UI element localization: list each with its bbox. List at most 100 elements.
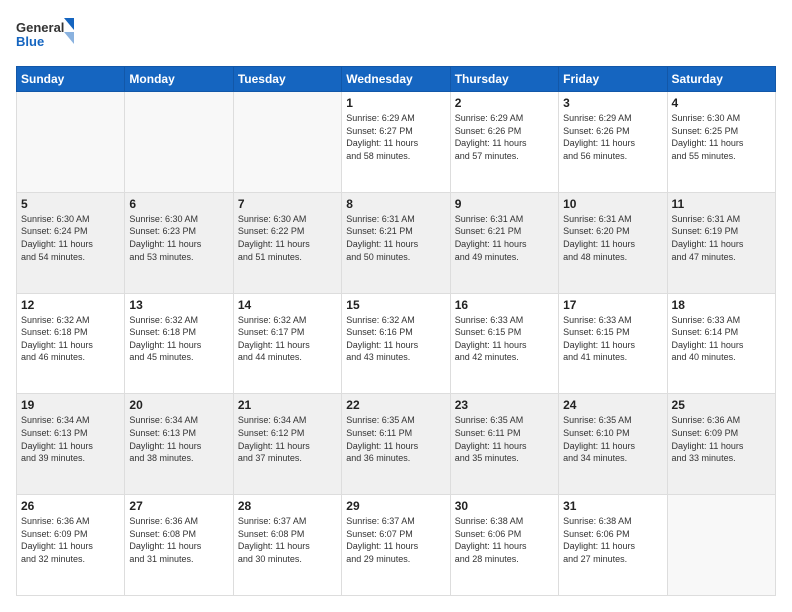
day-number: 16 — [455, 298, 554, 312]
day-info: Sunrise: 6:31 AM Sunset: 6:20 PM Dayligh… — [563, 213, 662, 263]
day-info: Sunrise: 6:37 AM Sunset: 6:08 PM Dayligh… — [238, 515, 337, 565]
day-number: 6 — [129, 197, 228, 211]
day-info: Sunrise: 6:29 AM Sunset: 6:26 PM Dayligh… — [455, 112, 554, 162]
calendar-cell — [233, 92, 341, 193]
day-number: 1 — [346, 96, 445, 110]
weekday-header-thursday: Thursday — [450, 67, 558, 92]
calendar-cell: 30Sunrise: 6:38 AM Sunset: 6:06 PM Dayli… — [450, 495, 558, 596]
calendar-cell: 19 Sunrise: 6:34 AM Sunset: 6:13 PM Dayli… — [17, 394, 125, 495]
calendar-cell — [125, 92, 233, 193]
weekday-header-monday: Monday — [125, 67, 233, 92]
calendar-cell — [667, 495, 775, 596]
day-number: 11 — [672, 197, 771, 211]
day-number: 26 — [21, 499, 120, 513]
calendar-cell: 4 Sunrise: 6:30 AM Sunset: 6:25 PM Daylig… — [667, 92, 775, 193]
day-info: Sunrise: 6:31 AM Sunset: 6:21 PM Dayligh… — [346, 213, 445, 263]
calendar-cell: 12Sunrise: 6:32 AM Sunset: 6:18 PM Dayli… — [17, 293, 125, 394]
day-number: 24 — [563, 398, 662, 412]
day-info: Sunrise: 6:31 AM Sunset: 6:21 PM Dayligh… — [455, 213, 554, 263]
calendar-cell: 9 Sunrise: 6:31 AM Sunset: 6:21 PM Daylig… — [450, 192, 558, 293]
day-info: Sunrise: 6:33 AM Sunset: 6:15 PM Dayligh… — [563, 314, 662, 364]
svg-text:Blue: Blue — [16, 34, 44, 49]
calendar-cell: 13Sunrise: 6:32 AM Sunset: 6:18 PM Dayli… — [125, 293, 233, 394]
day-number: 10 — [563, 197, 662, 211]
calendar-cell: 17 Sunrise: 6:33 AM Sunset: 6:15 PM Dayli… — [559, 293, 667, 394]
calendar-cell: 7 Sunrise: 6:30 AM Sunset: 6:22 PM Daylig… — [233, 192, 341, 293]
day-info: Sunrise: 6:34 AM Sunset: 6:12 PM Dayligh… — [238, 414, 337, 464]
page: General Blue SundayMondayTuesdayWednesda… — [0, 0, 792, 612]
calendar-cell: 2 Sunrise: 6:29 AM Sunset: 6:26 PM Daylig… — [450, 92, 558, 193]
calendar-cell: 14 Sunrise: 6:32 AM Sunset: 6:17 PM Dayli… — [233, 293, 341, 394]
calendar-cell: 25Sunrise: 6:36 AM Sunset: 6:09 PM Dayli… — [667, 394, 775, 495]
calendar-cell — [17, 92, 125, 193]
calendar-cell: 16 Sunrise: 6:33 AM Sunset: 6:15 PM Dayli… — [450, 293, 558, 394]
week-row-3: 12Sunrise: 6:32 AM Sunset: 6:18 PM Dayli… — [17, 293, 776, 394]
day-info: Sunrise: 6:38 AM Sunset: 6:06 PM Dayligh… — [563, 515, 662, 565]
day-info: Sunrise: 6:30 AM Sunset: 6:24 PM Dayligh… — [21, 213, 120, 263]
svg-text:General: General — [16, 20, 64, 35]
weekday-header-tuesday: Tuesday — [233, 67, 341, 92]
day-info: Sunrise: 6:30 AM Sunset: 6:23 PM Dayligh… — [129, 213, 228, 263]
calendar-cell: 11Sunrise: 6:31 AM Sunset: 6:19 PM Dayli… — [667, 192, 775, 293]
weekday-header-saturday: Saturday — [667, 67, 775, 92]
day-number: 31 — [563, 499, 662, 513]
calendar-cell: 10 Sunrise: 6:31 AM Sunset: 6:20 PM Dayli… — [559, 192, 667, 293]
week-row-1: 1 Sunrise: 6:29 AM Sunset: 6:27 PM Daylig… — [17, 92, 776, 193]
weekday-header-sunday: Sunday — [17, 67, 125, 92]
week-row-4: 19 Sunrise: 6:34 AM Sunset: 6:13 PM Dayli… — [17, 394, 776, 495]
day-number: 17 — [563, 298, 662, 312]
logo: General Blue — [16, 16, 76, 56]
day-info: Sunrise: 6:32 AM Sunset: 6:17 PM Dayligh… — [238, 314, 337, 364]
calendar-cell: 22 Sunrise: 6:35 AM Sunset: 6:11 PM Dayli… — [342, 394, 450, 495]
calendar-cell: 20 Sunrise: 6:34 AM Sunset: 6:13 PM Dayli… — [125, 394, 233, 495]
day-info: Sunrise: 6:29 AM Sunset: 6:27 PM Dayligh… — [346, 112, 445, 162]
day-number: 30 — [455, 499, 554, 513]
day-number: 22 — [346, 398, 445, 412]
week-row-5: 26Sunrise: 6:36 AM Sunset: 6:09 PM Dayli… — [17, 495, 776, 596]
day-number: 19 — [21, 398, 120, 412]
calendar-cell: 15Sunrise: 6:32 AM Sunset: 6:16 PM Dayli… — [342, 293, 450, 394]
day-info: Sunrise: 6:34 AM Sunset: 6:13 PM Dayligh… — [129, 414, 228, 464]
calendar-cell: 28 Sunrise: 6:37 AM Sunset: 6:08 PM Dayli… — [233, 495, 341, 596]
calendar-cell: 6 Sunrise: 6:30 AM Sunset: 6:23 PM Daylig… — [125, 192, 233, 293]
day-info: Sunrise: 6:32 AM Sunset: 6:16 PM Dayligh… — [346, 314, 445, 364]
day-number: 2 — [455, 96, 554, 110]
day-info: Sunrise: 6:34 AM Sunset: 6:13 PM Dayligh… — [21, 414, 120, 464]
day-info: Sunrise: 6:33 AM Sunset: 6:15 PM Dayligh… — [455, 314, 554, 364]
day-number: 18 — [672, 298, 771, 312]
day-number: 20 — [129, 398, 228, 412]
day-number: 3 — [563, 96, 662, 110]
day-info: Sunrise: 6:30 AM Sunset: 6:25 PM Dayligh… — [672, 112, 771, 162]
day-info: Sunrise: 6:29 AM Sunset: 6:26 PM Dayligh… — [563, 112, 662, 162]
day-number: 13 — [129, 298, 228, 312]
calendar-cell: 26Sunrise: 6:36 AM Sunset: 6:09 PM Dayli… — [17, 495, 125, 596]
day-number: 21 — [238, 398, 337, 412]
day-info: Sunrise: 6:30 AM Sunset: 6:22 PM Dayligh… — [238, 213, 337, 263]
day-number: 14 — [238, 298, 337, 312]
day-number: 29 — [346, 499, 445, 513]
calendar-cell: 27 Sunrise: 6:36 AM Sunset: 6:08 PM Dayli… — [125, 495, 233, 596]
calendar-cell: 3 Sunrise: 6:29 AM Sunset: 6:26 PM Daylig… — [559, 92, 667, 193]
calendar-table: SundayMondayTuesdayWednesdayThursdayFrid… — [16, 66, 776, 596]
calendar-cell: 18Sunrise: 6:33 AM Sunset: 6:14 PM Dayli… — [667, 293, 775, 394]
day-info: Sunrise: 6:35 AM Sunset: 6:10 PM Dayligh… — [563, 414, 662, 464]
calendar-cell: 8Sunrise: 6:31 AM Sunset: 6:21 PM Daylig… — [342, 192, 450, 293]
header: General Blue — [16, 16, 776, 56]
logo-svg: General Blue — [16, 16, 76, 56]
day-number: 27 — [129, 499, 228, 513]
weekday-header-friday: Friday — [559, 67, 667, 92]
day-number: 23 — [455, 398, 554, 412]
day-info: Sunrise: 6:35 AM Sunset: 6:11 PM Dayligh… — [455, 414, 554, 464]
day-number: 7 — [238, 197, 337, 211]
day-number: 4 — [672, 96, 771, 110]
calendar-cell: 24 Sunrise: 6:35 AM Sunset: 6:10 PM Dayli… — [559, 394, 667, 495]
day-info: Sunrise: 6:35 AM Sunset: 6:11 PM Dayligh… — [346, 414, 445, 464]
calendar-cell: 1 Sunrise: 6:29 AM Sunset: 6:27 PM Daylig… — [342, 92, 450, 193]
calendar-cell: 5Sunrise: 6:30 AM Sunset: 6:24 PM Daylig… — [17, 192, 125, 293]
day-info: Sunrise: 6:37 AM Sunset: 6:07 PM Dayligh… — [346, 515, 445, 565]
day-number: 28 — [238, 499, 337, 513]
calendar-cell: 23 Sunrise: 6:35 AM Sunset: 6:11 PM Dayli… — [450, 394, 558, 495]
day-number: 9 — [455, 197, 554, 211]
day-info: Sunrise: 6:36 AM Sunset: 6:08 PM Dayligh… — [129, 515, 228, 565]
weekday-header-row: SundayMondayTuesdayWednesdayThursdayFrid… — [17, 67, 776, 92]
